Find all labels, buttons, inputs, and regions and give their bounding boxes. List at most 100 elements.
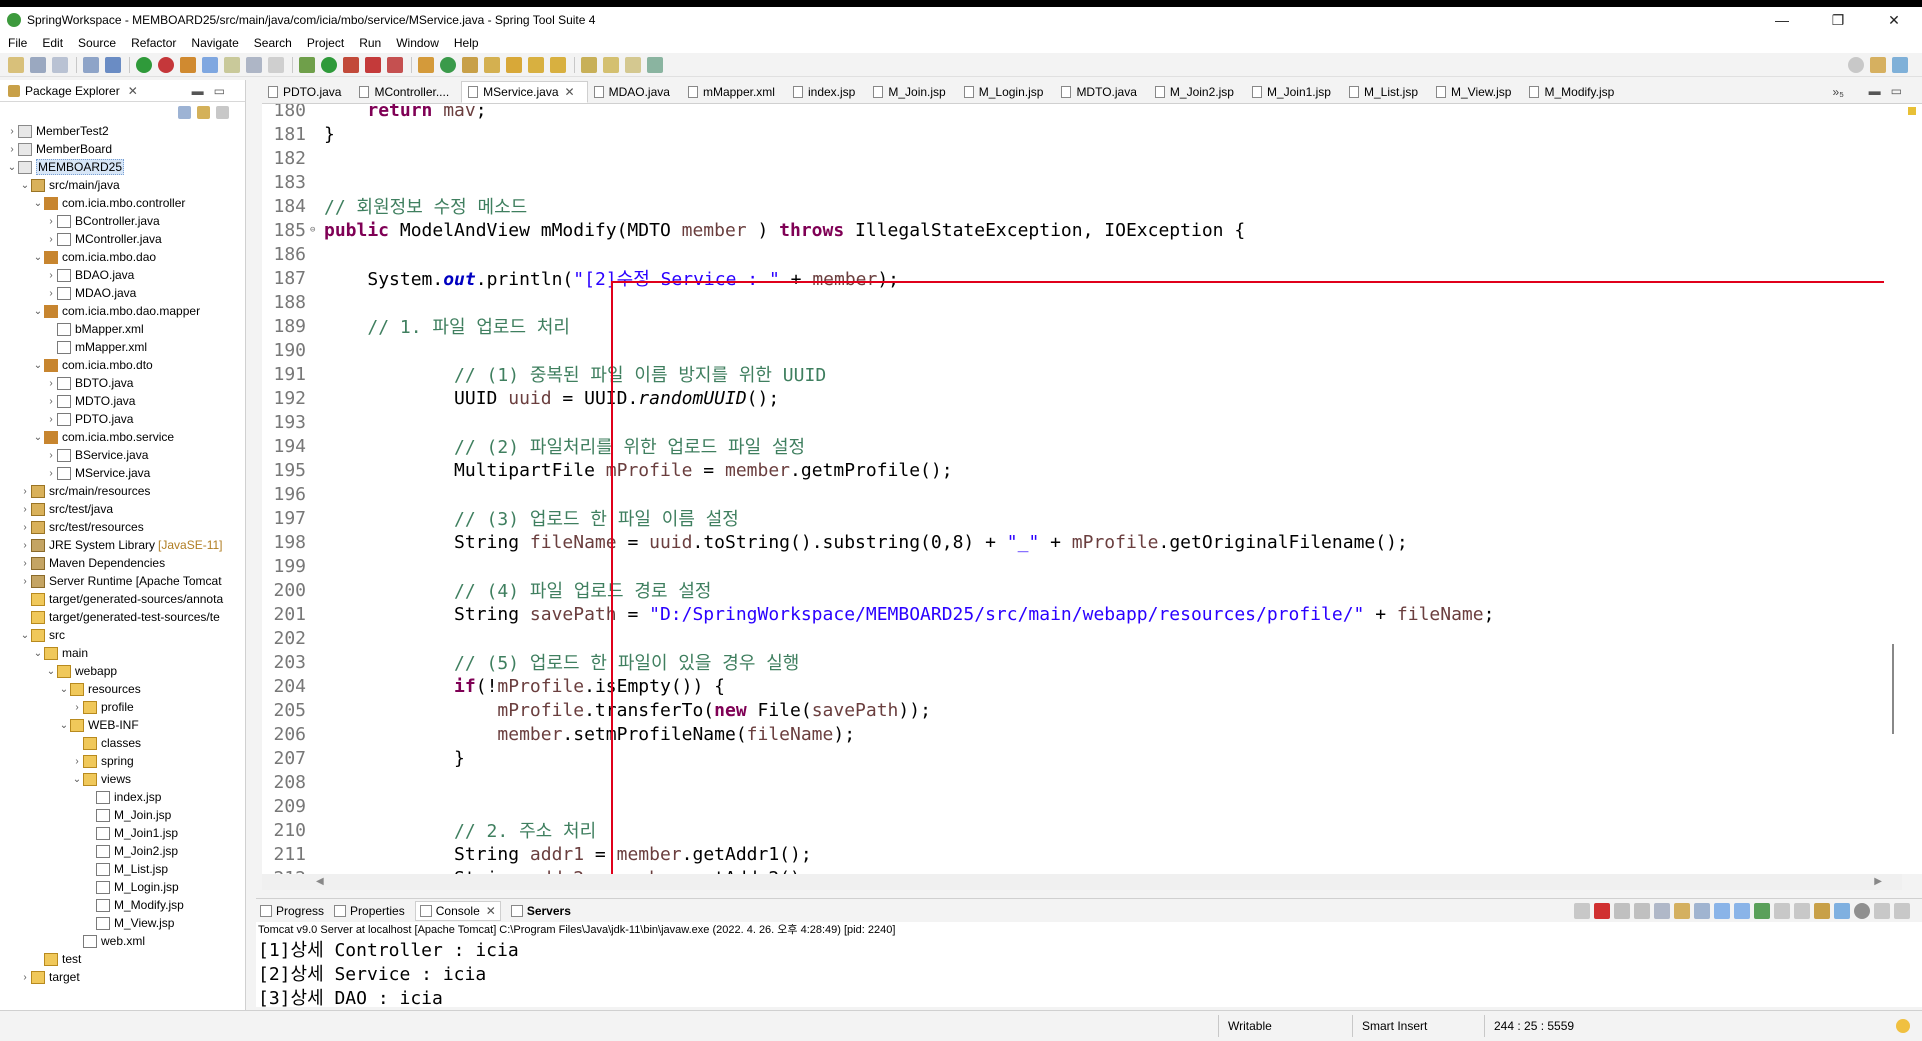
tree-item[interactable]: ⌄ resources (0, 680, 245, 698)
tree-item[interactable]: › MDTO.java (0, 392, 245, 410)
open-console-icon[interactable] (1794, 903, 1810, 919)
spring-icon[interactable] (180, 56, 196, 73)
tree-item[interactable]: M_Join1.jsp (0, 824, 245, 842)
expanded-arrow-icon[interactable]: ⌄ (32, 432, 44, 443)
debug-icon[interactable] (299, 56, 315, 73)
collapsed-arrow-icon[interactable]: › (45, 234, 57, 245)
menu-help[interactable]: Help (454, 36, 479, 50)
menu-project[interactable]: Project (307, 36, 344, 50)
tree-item[interactable]: web.xml (0, 932, 245, 950)
collapsed-arrow-icon[interactable]: › (45, 396, 57, 407)
collapse-all-icon[interactable] (178, 105, 191, 119)
tree-item[interactable]: M_Join.jsp (0, 806, 245, 824)
scroll-lock-icon[interactable] (1674, 903, 1690, 919)
coverage-icon[interactable] (343, 56, 359, 73)
collapsed-arrow-icon[interactable]: › (19, 504, 31, 515)
back-icon[interactable] (603, 56, 619, 73)
view-menu-icon[interactable] (1874, 903, 1890, 919)
external-tools-icon[interactable] (365, 56, 381, 73)
display-selected-console-icon[interactable] (1774, 903, 1790, 919)
editor-tab[interactable]: PDTO.java (262, 81, 353, 103)
scrollbar-thumb[interactable] (1892, 644, 1894, 734)
menu-refactor[interactable]: Refactor (131, 36, 176, 50)
menu-navigate[interactable]: Navigate (191, 36, 238, 50)
tree-item[interactable]: › MDAO.java (0, 284, 245, 302)
tree-item[interactable]: › src/test/resources (0, 518, 245, 536)
editor-vertical-scrollbar[interactable] (1884, 104, 1902, 874)
tree-item[interactable]: › Server Runtime [Apache Tomcat (0, 572, 245, 590)
search-tool-icon[interactable] (506, 56, 522, 73)
tree-item[interactable]: › MemberTest2 (0, 122, 245, 140)
close-tab-icon[interactable]: ✕ (486, 904, 496, 918)
collapsed-arrow-icon[interactable]: › (45, 378, 57, 389)
minimize-maximize-icon[interactable]: ▬▭ (192, 84, 235, 98)
tree-item[interactable]: M_View.jsp (0, 914, 245, 932)
collapsed-arrow-icon[interactable]: › (6, 144, 18, 155)
tree-item[interactable]: › BController.java (0, 212, 245, 230)
tree-item[interactable]: › Maven Dependencies (0, 554, 245, 572)
java-perspective-icon[interactable] (1892, 57, 1908, 73)
close-tab-icon[interactable]: ✕ (565, 85, 575, 99)
scroll-left-icon[interactable]: ◀ (316, 876, 324, 887)
forward-icon[interactable] (625, 56, 641, 73)
editor-tab[interactable]: M_Login.jsp (958, 81, 1056, 103)
last-edit-icon[interactable] (581, 56, 597, 73)
collapsed-arrow-icon[interactable]: › (45, 270, 57, 281)
tab-properties[interactable]: Properties (334, 904, 405, 918)
close-icon[interactable]: ✕ (128, 84, 138, 98)
more-tabs-button[interactable]: »₅ (1832, 85, 1844, 99)
collapsed-arrow-icon[interactable]: › (45, 216, 57, 227)
link-icon[interactable] (1834, 903, 1850, 919)
expanded-arrow-icon[interactable]: ⌄ (45, 666, 57, 677)
tree-item[interactable]: › BDTO.java (0, 374, 245, 392)
remove-all-icon[interactable] (1634, 903, 1650, 919)
collapsed-arrow-icon[interactable]: › (19, 486, 31, 497)
minimize-button[interactable]: — (1754, 7, 1810, 33)
tree-item[interactable]: › spring (0, 752, 245, 770)
tree-item[interactable]: ⌄ com.icia.mbo.dto (0, 356, 245, 374)
editor-minimize-maximize-icon[interactable]: ▬▭ (1869, 84, 1912, 98)
tree-item[interactable]: ⌄ com.icia.mbo.service (0, 428, 245, 446)
new-icon[interactable] (8, 56, 24, 73)
run-icon[interactable] (321, 56, 337, 73)
collapsed-arrow-icon[interactable]: › (19, 522, 31, 533)
word-wrap-icon[interactable] (224, 56, 240, 73)
open-type-icon[interactable] (462, 56, 478, 73)
code-editor[interactable]: 180 return mav; 181} 182 183 184// 회원정보 수정 … (262, 104, 1902, 874)
tree-item[interactable]: ⌄ com.icia.mbo.dao (0, 248, 245, 266)
collapsed-arrow-icon[interactable]: › (19, 540, 31, 551)
tree-item[interactable]: › src/main/resources (0, 482, 245, 500)
tree-item[interactable]: › BDAO.java (0, 266, 245, 284)
collapsed-arrow-icon[interactable]: › (45, 288, 57, 299)
tree-item[interactable]: bMapper.xml (0, 320, 245, 338)
tree-item[interactable]: ⌄ src/main/java (0, 176, 245, 194)
tree-item[interactable]: › JRE System Library [JavaSE-11] (0, 536, 245, 554)
collapsed-arrow-icon[interactable]: › (19, 558, 31, 569)
tree-item[interactable]: › PDTO.java (0, 410, 245, 428)
tip-icon[interactable] (1896, 1019, 1910, 1033)
tree-item[interactable]: mMapper.xml (0, 338, 245, 356)
editor-tab[interactable]: M_Join2.jsp (1149, 81, 1246, 103)
tab-console[interactable]: Console ✕ (414, 900, 501, 921)
new-class-icon[interactable] (440, 56, 456, 73)
link-with-editor-icon[interactable] (197, 105, 210, 119)
tree-item[interactable]: target/generated-sources/annota (0, 590, 245, 608)
tree-item[interactable]: test (0, 950, 245, 968)
warning-marker[interactable] (1908, 107, 1916, 115)
close-button[interactable]: ✕ (1866, 7, 1922, 33)
console-output[interactable]: Tomcat v9.0 Server at localhost [Apache … (256, 922, 1922, 1007)
tree-item[interactable]: › MService.java (0, 464, 245, 482)
tree-item[interactable]: M_List.jsp (0, 860, 245, 878)
menu-source[interactable]: Source (78, 36, 116, 50)
tree-item[interactable]: classes (0, 734, 245, 752)
menu-run[interactable]: Run (359, 36, 381, 50)
open-perspective-icon[interactable] (1870, 57, 1886, 73)
expanded-arrow-icon[interactable]: ⌄ (32, 198, 44, 209)
stop-icon[interactable] (158, 56, 174, 73)
pin-editor-icon[interactable] (647, 56, 663, 73)
save-all-icon[interactable] (52, 56, 68, 73)
servers-icon[interactable] (1814, 903, 1830, 919)
editor-tab[interactable]: MDTO.java (1055, 81, 1148, 103)
collapsed-arrow-icon[interactable]: › (6, 126, 18, 137)
editor-tab[interactable]: MService.java ✕ (461, 80, 588, 103)
